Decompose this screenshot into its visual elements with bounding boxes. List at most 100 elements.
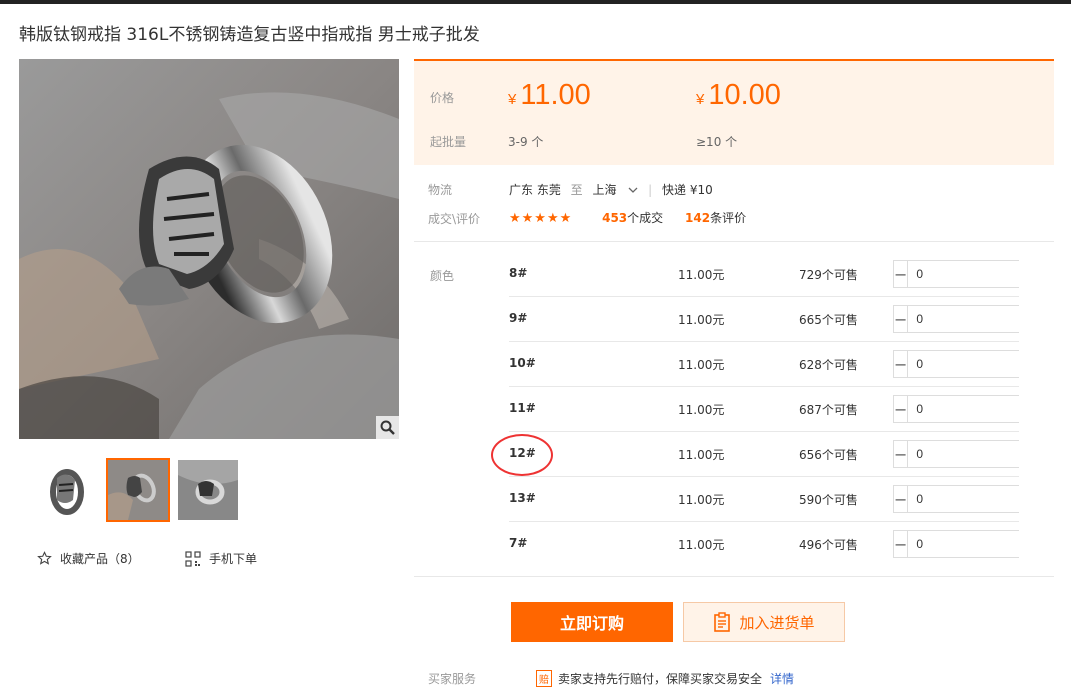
buyer-service-text: 卖家支持先行赔付，保障买家交易安全 bbox=[558, 672, 763, 686]
quantity-input[interactable] bbox=[908, 396, 1071, 422]
divider-line bbox=[414, 576, 1054, 577]
divider: | bbox=[648, 183, 653, 197]
details-link[interactable]: 详情 bbox=[770, 672, 794, 686]
tier-qty-2: ≥10 个 bbox=[696, 135, 738, 149]
sku-row: 9# 11.00元 665个可售 − + bbox=[509, 296, 1071, 342]
quantity-stepper: − + bbox=[893, 530, 1071, 558]
minus-icon[interactable]: − bbox=[894, 261, 909, 287]
price-label: 价格 bbox=[430, 91, 455, 105]
sku-stock: 496个可售 bbox=[799, 538, 858, 552]
sku-price: 11.00元 bbox=[678, 538, 725, 552]
product-title: 韩版钛钢戒指 316L不锈钢铸造复古竖中指戒指 男士戒子批发 bbox=[19, 25, 480, 45]
sku-stock: 656个可售 bbox=[799, 448, 858, 462]
minus-icon[interactable]: − bbox=[894, 531, 909, 557]
minus-icon[interactable]: − bbox=[894, 306, 909, 332]
logistics-label: 物流 bbox=[428, 183, 453, 197]
sku-name: 11# bbox=[509, 401, 536, 415]
tier-price-1: ¥11.00 bbox=[508, 79, 591, 112]
tier-price-2: ¥10.00 bbox=[696, 79, 781, 112]
quantity-input[interactable] bbox=[908, 306, 1071, 332]
sku-stock: 590个可售 bbox=[799, 493, 858, 507]
sku-price: 11.00元 bbox=[678, 448, 725, 462]
quantity-input[interactable] bbox=[908, 531, 1071, 557]
tier-price-value: 10.00 bbox=[708, 79, 781, 111]
add-to-purchase-list-label: 加入进货单 bbox=[739, 613, 815, 632]
sku-label: 颜色 bbox=[430, 269, 455, 283]
minus-icon[interactable]: − bbox=[894, 396, 909, 422]
rating-stars: ★★★★★ bbox=[509, 211, 573, 226]
sku-stock: 628个可售 bbox=[799, 358, 858, 372]
ship-to-word: 至 bbox=[570, 183, 583, 197]
ship-to-select[interactable]: 上海 bbox=[593, 183, 643, 197]
reviews-label: 成交\评价 bbox=[428, 212, 481, 226]
deals-link[interactable]: 453个成交 bbox=[602, 211, 663, 225]
sku-stock: 665个可售 bbox=[799, 313, 858, 327]
favorite-product-button[interactable]: 收藏产品（8） bbox=[37, 550, 140, 567]
tier-price-value: 11.00 bbox=[520, 79, 591, 111]
qr-code-icon bbox=[185, 550, 201, 567]
currency-symbol: ¥ bbox=[696, 91, 705, 108]
clipboard-icon bbox=[714, 612, 731, 632]
thumbnail-2[interactable] bbox=[106, 458, 170, 522]
deals-suffix: 个成交 bbox=[627, 211, 664, 225]
sku-name: 7# bbox=[509, 536, 528, 550]
sku-name: 13# bbox=[509, 491, 536, 505]
quantity-input[interactable] bbox=[908, 351, 1071, 377]
sku-price: 11.00元 bbox=[678, 403, 725, 417]
mobile-order-label: 手机下单 bbox=[209, 552, 258, 566]
compensation-badge: 赔 bbox=[536, 670, 553, 687]
sku-row: 7# 11.00元 496个可售 − + bbox=[509, 521, 1071, 566]
buyer-service-row: 买家服务 赔卖家支持先行赔付，保障买家交易安全 详情 bbox=[428, 670, 794, 687]
ship-from: 广东 东莞 bbox=[509, 183, 561, 197]
sku-row: 10# 11.00元 628个可售 − + bbox=[509, 341, 1071, 387]
sku-row: 13# 11.00元 590个可售 − + bbox=[509, 476, 1071, 522]
main-product-image[interactable] bbox=[19, 59, 399, 439]
deals-count: 453 bbox=[602, 211, 628, 225]
minus-icon[interactable]: − bbox=[894, 486, 909, 512]
quantity-input[interactable] bbox=[908, 441, 1071, 467]
quantity-input[interactable] bbox=[908, 486, 1071, 512]
sku-price: 11.00元 bbox=[678, 268, 725, 282]
quantity-stepper: − + bbox=[893, 440, 1071, 468]
minus-icon[interactable]: − bbox=[894, 441, 909, 467]
mobile-order-button[interactable]: 手机下单 bbox=[185, 550, 257, 567]
ship-to: 上海 bbox=[592, 183, 617, 197]
sku-price: 11.00元 bbox=[678, 358, 725, 372]
buyer-service-label: 买家服务 bbox=[428, 672, 477, 686]
thumbnail-1[interactable] bbox=[37, 460, 97, 520]
logistics-row: 物流 bbox=[428, 181, 452, 198]
review-suffix: 条评价 bbox=[710, 211, 747, 225]
add-to-purchase-list-button[interactable]: 加入进货单 bbox=[683, 602, 845, 642]
quantity-stepper: − + bbox=[893, 350, 1071, 378]
minus-icon[interactable]: − bbox=[894, 351, 909, 377]
highlight-circle-annotation bbox=[491, 434, 553, 476]
thumbnail-3[interactable] bbox=[178, 460, 238, 520]
reviews-link[interactable]: 142条评价 bbox=[685, 211, 746, 225]
quantity-stepper: − + bbox=[893, 260, 1071, 288]
quantity-stepper: − + bbox=[893, 485, 1071, 513]
review-count: 142 bbox=[685, 211, 711, 225]
currency-symbol: ¥ bbox=[508, 91, 517, 108]
reviews-row: ★★★★★ 453个成交 142条评价 bbox=[509, 209, 746, 226]
sku-price: 11.00元 bbox=[678, 313, 725, 327]
sku-row: 11# 11.00元 687个可售 − + bbox=[509, 386, 1071, 432]
sku-row: 12# 11.00元 656个可售 − + bbox=[509, 431, 1071, 477]
moq-label: 起批量 bbox=[430, 135, 467, 149]
logistics-details: 广东 东莞 至 上海 | 快递 ¥10 bbox=[509, 181, 713, 198]
sku-row: 8# 11.00元 729个可售 − + bbox=[509, 251, 1071, 297]
sku-price: 11.00元 bbox=[678, 493, 725, 507]
tier-qty-1: 3-9 个 bbox=[508, 135, 544, 149]
sku-name: 9# bbox=[509, 311, 528, 325]
price-panel: 价格 起批量 ¥11.00 3-9 个 ¥10.00 ≥10 个 bbox=[414, 59, 1054, 165]
sku-stock: 687个可售 bbox=[799, 403, 858, 417]
chevron-down-icon bbox=[628, 187, 638, 193]
sku-name: 10# bbox=[509, 356, 536, 370]
buy-now-button[interactable]: 立即订购 bbox=[511, 602, 673, 642]
sku-name: 8# bbox=[509, 266, 528, 280]
quantity-input[interactable] bbox=[908, 261, 1071, 287]
divider-line bbox=[414, 241, 1054, 242]
star-outline-icon bbox=[37, 551, 52, 565]
quantity-stepper: − + bbox=[893, 395, 1071, 423]
magnifier-icon[interactable] bbox=[376, 416, 399, 439]
quantity-stepper: − + bbox=[893, 305, 1071, 333]
